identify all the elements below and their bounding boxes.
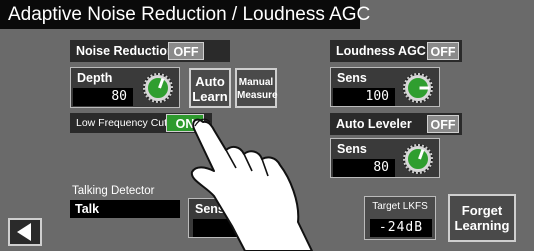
pointing-hand-icon	[190, 118, 313, 251]
screen: Adaptive Noise Reduction / Loudness AGC …	[0, 0, 534, 251]
